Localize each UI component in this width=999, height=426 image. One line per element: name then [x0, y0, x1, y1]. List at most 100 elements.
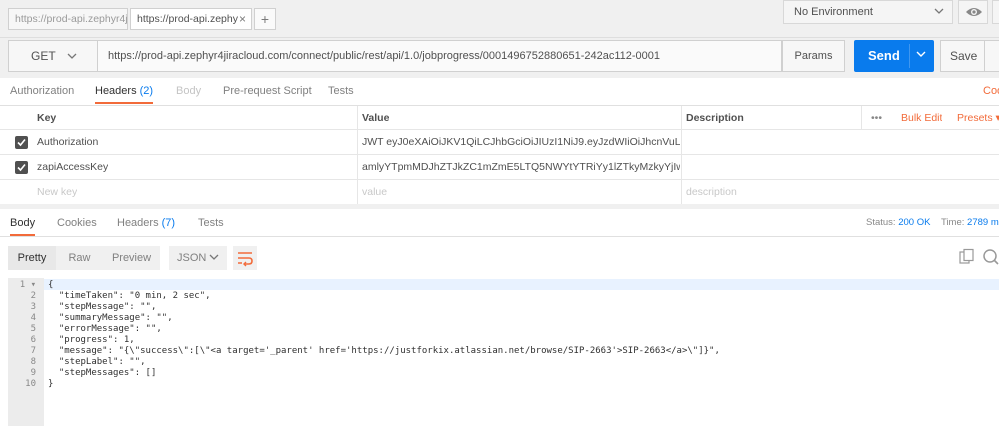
tab-label: Authorization: [10, 85, 75, 97]
eye-icon: [966, 8, 982, 16]
wrap-lines-icon: [238, 252, 253, 267]
tab-count: (7): [161, 217, 176, 229]
search-icon[interactable]: [982, 248, 999, 266]
column-value: Value: [362, 112, 390, 124]
divider: [0, 204, 999, 209]
cookies-link[interactable]: Coo: [983, 78, 999, 104]
divider: [681, 106, 682, 204]
tab-response-tests[interactable]: Tests: [198, 210, 224, 236]
tab-label: Pre-request Script: [223, 85, 312, 97]
active-line-highlight: [44, 279, 999, 290]
tab-pre-request-script[interactable]: Pre-request Script: [223, 78, 312, 104]
code-line: "errorMessage": "",: [48, 324, 162, 334]
request-tab-active[interactable]: https://prod-api.zephy ×: [130, 8, 252, 30]
table-row: Authorization JWT eyJ0eXAiOiJKV1QiLCJhbG…: [0, 130, 999, 155]
copy-icon[interactable]: [958, 248, 976, 266]
divider: [984, 41, 985, 71]
tab-authorization[interactable]: Authorization: [10, 78, 74, 104]
divider: [357, 106, 358, 204]
code-line: "stepMessage": "",: [48, 302, 157, 312]
row-checkbox[interactable]: [15, 161, 28, 174]
column-key: Key: [37, 112, 57, 124]
divider: [861, 106, 862, 130]
method-select[interactable]: GET: [8, 40, 98, 72]
method-label: GET: [31, 49, 56, 63]
environment-quick-look-button[interactable]: [958, 0, 988, 24]
line-number: 6: [30, 335, 36, 345]
send-label: Send: [868, 48, 900, 63]
time-label: Time:: [941, 217, 965, 228]
send-button[interactable]: Send: [854, 40, 934, 72]
chevron-down-icon: [934, 1, 944, 23]
bulk-edit-link[interactable]: Bulk Edit: [901, 106, 942, 129]
tab-tests[interactable]: Tests: [328, 78, 354, 104]
code-line: {: [48, 280, 54, 290]
tab-headers[interactable]: Headers (2): [95, 78, 154, 104]
request-tab[interactable]: https://prod-api.zephyr4jira: [8, 8, 128, 30]
more-options-icon[interactable]: •••: [871, 106, 882, 129]
column-description: Description: [686, 112, 744, 124]
tab-body[interactable]: Body: [176, 78, 201, 104]
response-time: Time: 2789 ms: [941, 210, 999, 236]
request-tab-label: https://prod-api.zephyr4jira: [15, 13, 128, 25]
view-pretty-button[interactable]: Pretty: [8, 246, 56, 270]
format-label: JSON: [177, 252, 207, 264]
environment-select[interactable]: No Environment: [783, 0, 953, 24]
time-value: 2789 ms: [967, 217, 999, 228]
header-value[interactable]: JWT eyJ0eXAiOiJKV1QiLCJhbGciOiJIUzI1NiJ9…: [362, 130, 680, 154]
request-tab-label: https://prod-api.zephy: [137, 13, 238, 25]
tab-label: Tests: [198, 217, 224, 229]
link-label: Coo: [983, 85, 999, 97]
code-line: "progress": 1,: [48, 335, 135, 345]
settings-button[interactable]: [992, 0, 999, 24]
tab-response-body[interactable]: Body: [10, 210, 36, 236]
divider: [909, 44, 910, 68]
line-number: 10: [25, 379, 36, 389]
chevron-down-icon: [67, 41, 77, 71]
line-number: 8: [30, 357, 36, 367]
tab-label: Cookies: [57, 217, 97, 229]
tab-label: Body: [10, 217, 36, 229]
code-line: "stepLabel": "",: [48, 357, 146, 367]
header-key[interactable]: zapiAccessKey: [37, 155, 108, 179]
save-button[interactable]: Save: [940, 40, 999, 72]
view-raw-button[interactable]: Raw: [56, 246, 103, 270]
format-select[interactable]: JSON: [169, 246, 227, 270]
chevron-down-icon[interactable]: [916, 40, 926, 72]
response-status: Status: 200 OK: [866, 210, 930, 236]
header-key[interactable]: Authorization: [37, 130, 98, 154]
tab-label: Body: [176, 85, 202, 97]
new-tab-button[interactable]: +: [254, 8, 276, 30]
new-description-input[interactable]: description: [686, 180, 737, 204]
line-number: 2: [30, 291, 36, 301]
close-icon[interactable]: ×: [239, 9, 246, 29]
divider: [0, 236, 999, 237]
code-line: "summaryMessage": "",: [48, 313, 173, 323]
line-number: 7: [30, 346, 36, 356]
tab-response-headers[interactable]: Headers (7): [117, 210, 175, 236]
line-number: 3: [30, 302, 36, 312]
wrap-lines-button[interactable]: [233, 246, 257, 270]
line-number: 9: [30, 368, 36, 378]
tab-count: (2): [139, 85, 154, 97]
check-icon: [17, 163, 26, 172]
row-checkbox[interactable]: [15, 136, 28, 149]
status-value: 200 OK: [898, 217, 931, 228]
tab-label: Headers: [117, 217, 159, 229]
header-value[interactable]: amlyYTpmMDJhZTJkZC1mZmE5LTQ5NWYtYTRiYy1l…: [362, 155, 680, 179]
params-button[interactable]: Params: [782, 40, 845, 72]
check-icon: [17, 138, 26, 147]
status-label: Status:: [866, 217, 896, 228]
tab-response-cookies[interactable]: Cookies: [57, 210, 97, 236]
code-line: }: [48, 379, 54, 389]
table-row-new: New key value description: [0, 180, 999, 204]
save-label: Save: [950, 49, 978, 63]
new-key-input[interactable]: New key: [37, 180, 77, 204]
new-value-input[interactable]: value: [362, 180, 387, 204]
tab-label: Headers: [95, 85, 137, 97]
view-preview-button[interactable]: Preview: [103, 246, 160, 270]
presets-dropdown[interactable]: Presets ▾: [957, 106, 999, 129]
table-row: zapiAccessKey amlyYTpmMDJhZTJkZC1mZmE5LT…: [0, 155, 999, 180]
code-line: "message": "{\"success\":[\"<a target='_…: [48, 346, 720, 356]
url-input[interactable]: https://prod-api.zephyr4jiracloud.com/co…: [98, 40, 782, 72]
